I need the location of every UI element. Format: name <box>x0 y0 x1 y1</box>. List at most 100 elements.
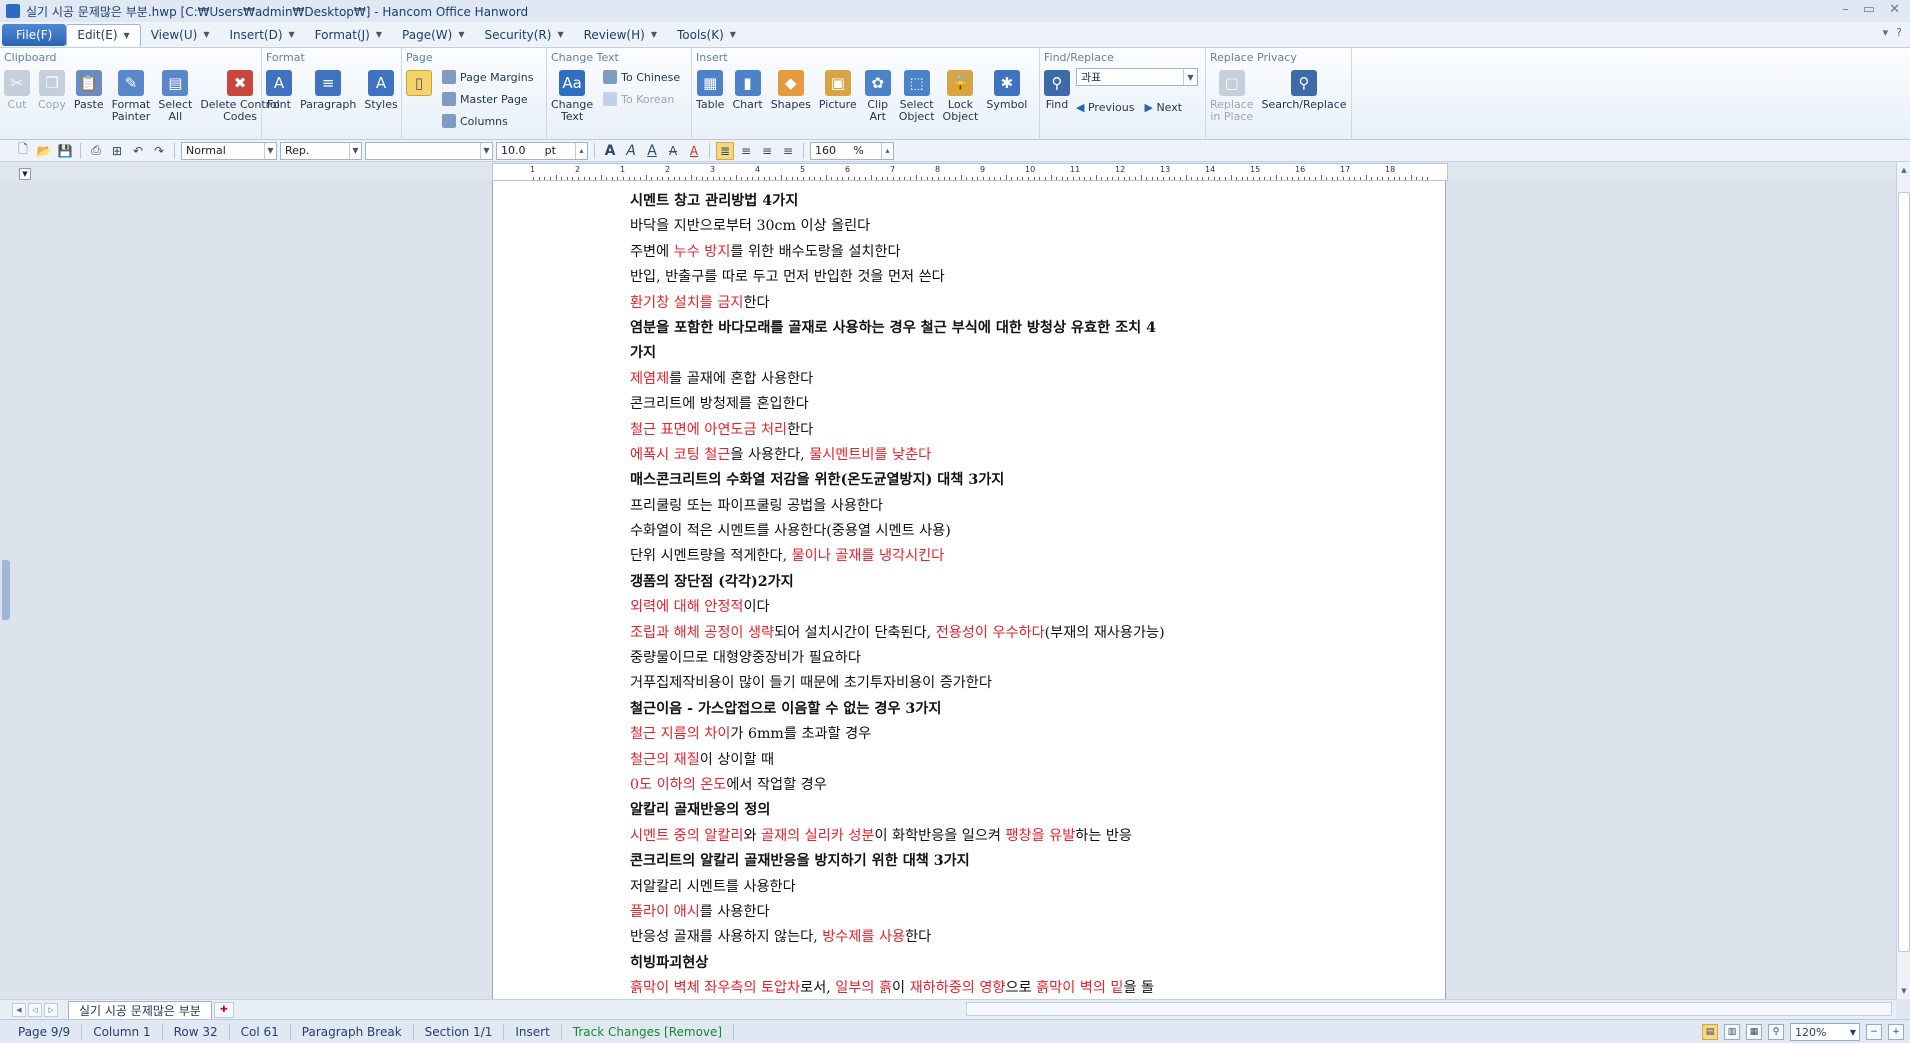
menu-edit[interactable]: Edit(E) ▼ <box>66 23 141 46</box>
document-line[interactable]: 반입, 반출구를 따로 두고 먼저 반입한 것을 먼저 쓴다 <box>630 265 1310 290</box>
styles-button[interactable]: A Styles <box>360 66 401 111</box>
document-line[interactable]: 조립과 해체 공정이 생략되어 설치시간이 단축된다, 전용성이 우수하다(부재… <box>630 621 1310 646</box>
open-folder-icon[interactable]: 📂 <box>35 142 53 160</box>
close-button[interactable]: ✕ <box>1889 2 1900 17</box>
italic-icon[interactable]: A <box>622 142 640 160</box>
minimize-button[interactable]: – <box>1842 2 1849 17</box>
search-replace-button[interactable]: ⚲ Search/Replace <box>1258 66 1351 111</box>
document-line[interactable]: 시멘트 중의 알칼리와 골재의 실리카 성분이 화학반응을 일으켜 팽창을 유발… <box>630 824 1310 849</box>
help-button[interactable]: ? <box>1896 26 1902 39</box>
document-line[interactable]: 갱폼의 장단점 (각각)2가지 <box>630 570 1310 595</box>
font-name-select[interactable]: ▼ <box>365 141 493 160</box>
document-line[interactable]: 프리쿨링 또는 파이프쿨링 공법을 사용한다 <box>630 494 1310 519</box>
document-line[interactable]: 바닥을 지반으로부터 30cm 이상 올린다 <box>630 214 1310 239</box>
paste-button[interactable]: 📋 Paste <box>70 66 108 111</box>
strikethrough-icon[interactable]: A <box>664 142 682 160</box>
lock-object-button[interactable]: 🔒 Lock Object <box>939 66 983 123</box>
document-line[interactable]: 철근 표면에 아연도금 처리한다 <box>630 418 1310 443</box>
preview-icon[interactable]: ⊞ <box>108 142 126 160</box>
to-chinese-button[interactable]: To Chinese <box>603 68 680 86</box>
document-line[interactable]: 철근이음 - 가스압접으로 이음할 수 없는 경우 3가지 <box>630 697 1310 722</box>
bold-icon[interactable]: A <box>601 142 619 160</box>
print-layout-view-icon[interactable]: ▤ <box>1702 1024 1718 1040</box>
document-line[interactable]: 플라이 애시를 사용한다 <box>630 900 1310 925</box>
cut-button[interactable]: ✂ Cut <box>0 66 34 111</box>
page-setup-button[interactable]: ▯ <box>402 66 436 99</box>
document-line[interactable]: 주변에 누수 방지를 위한 배수도랑을 설치한다 <box>630 240 1310 265</box>
document-line[interactable]: 0도 이하의 온도에서 작업할 경우 <box>630 773 1310 798</box>
document-line[interactable]: 염분을 포함한 바다모래를 골재로 사용하는 경우 철근 부식에 대한 방청상 … <box>630 316 1310 341</box>
copy-button[interactable]: ❐ Copy <box>34 66 70 111</box>
underline-icon[interactable]: A <box>643 142 661 160</box>
document-line[interactable]: 에폭시 코팅 철근을 사용한다, 물시멘트비를 낮춘다 <box>630 443 1310 468</box>
symbol-button[interactable]: ✱ Symbol <box>982 66 1031 111</box>
document-line[interactable]: 거푸집제작비용이 많이 들기 때문에 초기투자비용이 증가한다 <box>630 671 1310 696</box>
new-doc-icon[interactable]: 🗋 <box>14 142 32 160</box>
menu-review[interactable]: Review(H) ▼ <box>574 24 667 46</box>
side-panel-handle[interactable] <box>2 560 10 620</box>
page-margins-button[interactable]: Page Margins <box>442 68 533 86</box>
status-insert-mode[interactable]: Insert <box>504 1023 562 1040</box>
align-center-icon[interactable]: ≡ <box>758 142 776 160</box>
document-page[interactable]: 시멘트 창고 관리방법 4가지 바닥을 지반으로부터 30cm 이상 올린다 주변에… <box>492 181 1446 999</box>
clip-art-button[interactable]: ✿ Clip Art <box>861 66 895 123</box>
align-left-icon[interactable]: ≡ <box>737 142 755 160</box>
menu-tools[interactable]: Tools(K) ▼ <box>667 24 746 46</box>
menu-view[interactable]: View(U) ▼ <box>141 24 220 46</box>
scroll-up-icon[interactable]: ▲ <box>1898 164 1910 176</box>
scroll-thumb[interactable] <box>1898 192 1910 952</box>
zoom-out-icon[interactable]: − <box>1866 1024 1882 1040</box>
find-button[interactable]: ⚲ Find <box>1040 66 1074 111</box>
horizontal-scrollbar[interactable] <box>966 1002 1892 1016</box>
select-object-button[interactable]: ⬚ Select Object <box>895 66 939 123</box>
status-track-changes[interactable]: Track Changes [Remove] <box>562 1023 735 1040</box>
print-icon[interactable]: ⎙ <box>87 142 105 160</box>
vertical-scrollbar[interactable]: ▲ ▼ <box>1896 162 1910 999</box>
document-line[interactable]: 반응성 골재를 사용하지 않는다, 방수제를 사용한다 <box>630 925 1310 950</box>
zoom-select[interactable]: 120% ▼ <box>1790 1023 1860 1041</box>
document-line[interactable]: 저알칼리 시멘트를 사용한다 <box>630 875 1310 900</box>
web-view-icon[interactable]: ▥ <box>1724 1024 1740 1040</box>
new-tab-icon[interactable]: ✚ <box>213 1001 234 1018</box>
document-line[interactable]: 콘크리트의 알칼리 골재반응을 방지하기 위한 대책 3가지 <box>630 849 1310 874</box>
document-line[interactable]: 제염제를 골재에 혼합 사용한다 <box>630 367 1310 392</box>
redo-icon[interactable]: ↷ <box>150 142 168 160</box>
document-line[interactable]: 중량물이므로 대형양중장비가 필요하다 <box>630 646 1310 671</box>
tab-next-icon[interactable]: ▷ <box>44 1002 58 1017</box>
tab-document[interactable]: 실기 시공 문제많은 부분 <box>68 1000 212 1019</box>
shapes-button[interactable]: ◆ Shapes <box>767 66 815 111</box>
document-line[interactable]: 히빙파괴현상 <box>630 951 1310 976</box>
document-line[interactable]: 단위 시멘트량을 적게한다, 물이나 골재를 냉각시킨다 <box>630 544 1310 569</box>
font-set-select[interactable]: Rep. ▼ <box>280 141 362 160</box>
document-line[interactable]: 매스콘크리트의 수화열 저감을 위한(온도균열방지) 대책 3가지 <box>630 468 1310 493</box>
style-select[interactable]: Normal ▼ <box>181 141 277 160</box>
document-line[interactable]: 흙막이 벽체 좌우측의 토압차로서, 일부의 흙이 재하하중의 영향으로 흙막이… <box>630 976 1310 999</box>
document-line[interactable]: 가지 <box>630 341 1310 366</box>
menu-page[interactable]: Page(W) ▼ <box>392 24 474 46</box>
font-button[interactable]: A Font <box>262 66 296 111</box>
format-painter-button[interactable]: ✎ Format Painter <box>108 66 155 123</box>
paragraph-button[interactable]: ≡ Paragraph <box>296 66 360 111</box>
replace-in-place-button[interactable]: ▢ Replace in Place <box>1206 66 1258 123</box>
document-line[interactable]: 수화열이 적은 시멘트를 사용한다(중용열 시멘트 사용) <box>630 519 1310 544</box>
scroll-down-icon[interactable]: ▼ <box>1898 985 1910 997</box>
document-line[interactable]: 환기창 설치를 금지한다 <box>630 291 1310 316</box>
save-icon[interactable]: 💾 <box>56 142 74 160</box>
undo-icon[interactable]: ↶ <box>129 142 147 160</box>
menu-security[interactable]: Security(R) ▼ <box>474 24 573 46</box>
chevron-down-icon[interactable]: ▼ <box>1183 69 1197 85</box>
align-right-icon[interactable]: ≡ <box>779 142 797 160</box>
ruler-toggle-icon[interactable]: ▼ <box>19 168 31 180</box>
master-page-button[interactable]: Master Page <box>442 90 533 108</box>
file-menu-button[interactable]: File(F) <box>2 23 67 46</box>
document-line[interactable]: 철근의 재질이 상이할 때 <box>630 748 1310 773</box>
change-text-button[interactable]: Aa Change Text <box>547 66 597 123</box>
stepper-icon[interactable]: ▴ <box>574 142 587 159</box>
document-line[interactable]: 외력에 대해 안정적이다 <box>630 595 1310 620</box>
tab-first-icon[interactable]: ◀ <box>12 1002 26 1017</box>
document-text[interactable]: 시멘트 창고 관리방법 4가지 바닥을 지반으로부터 30cm 이상 올린다 주변에… <box>630 189 1310 999</box>
chart-button[interactable]: ▮ Chart <box>728 66 766 111</box>
picture-button[interactable]: ▣ Picture <box>815 66 861 111</box>
font-color-icon[interactable]: A <box>685 142 703 160</box>
document-line[interactable]: 철근 지름의 차이가 6mm를 초과할 경우 <box>630 722 1310 747</box>
